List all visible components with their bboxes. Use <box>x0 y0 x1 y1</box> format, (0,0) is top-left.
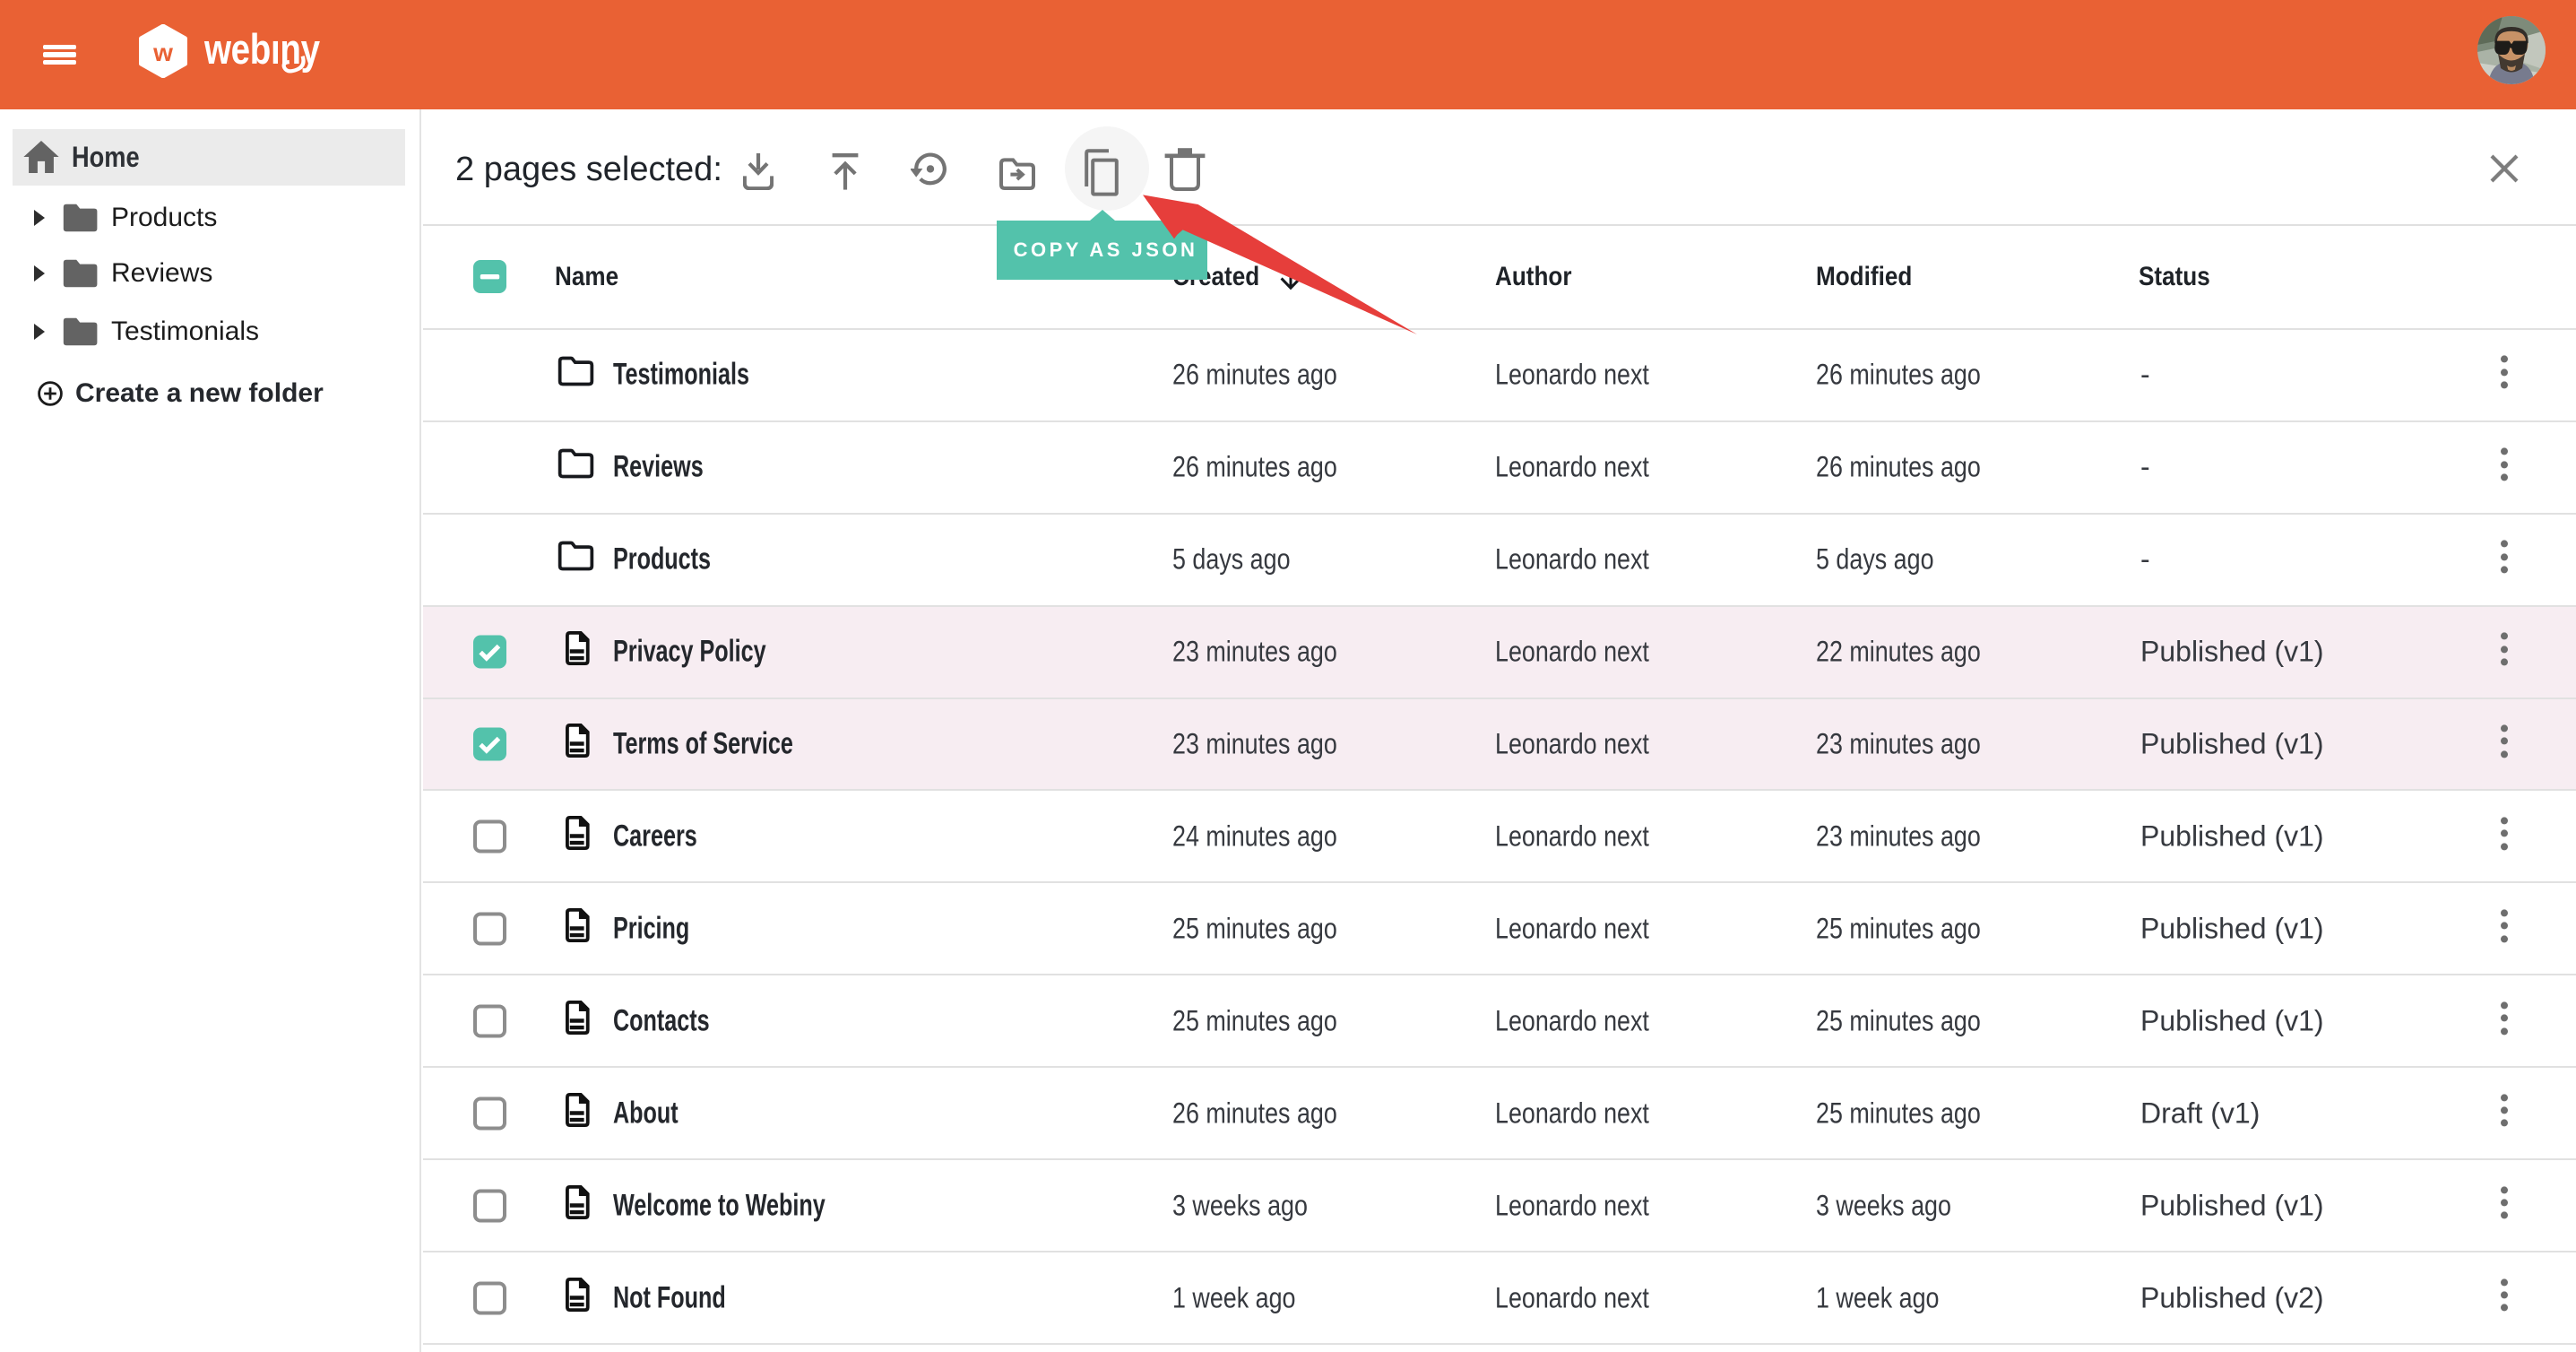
svg-text:w: w <box>152 39 173 66</box>
